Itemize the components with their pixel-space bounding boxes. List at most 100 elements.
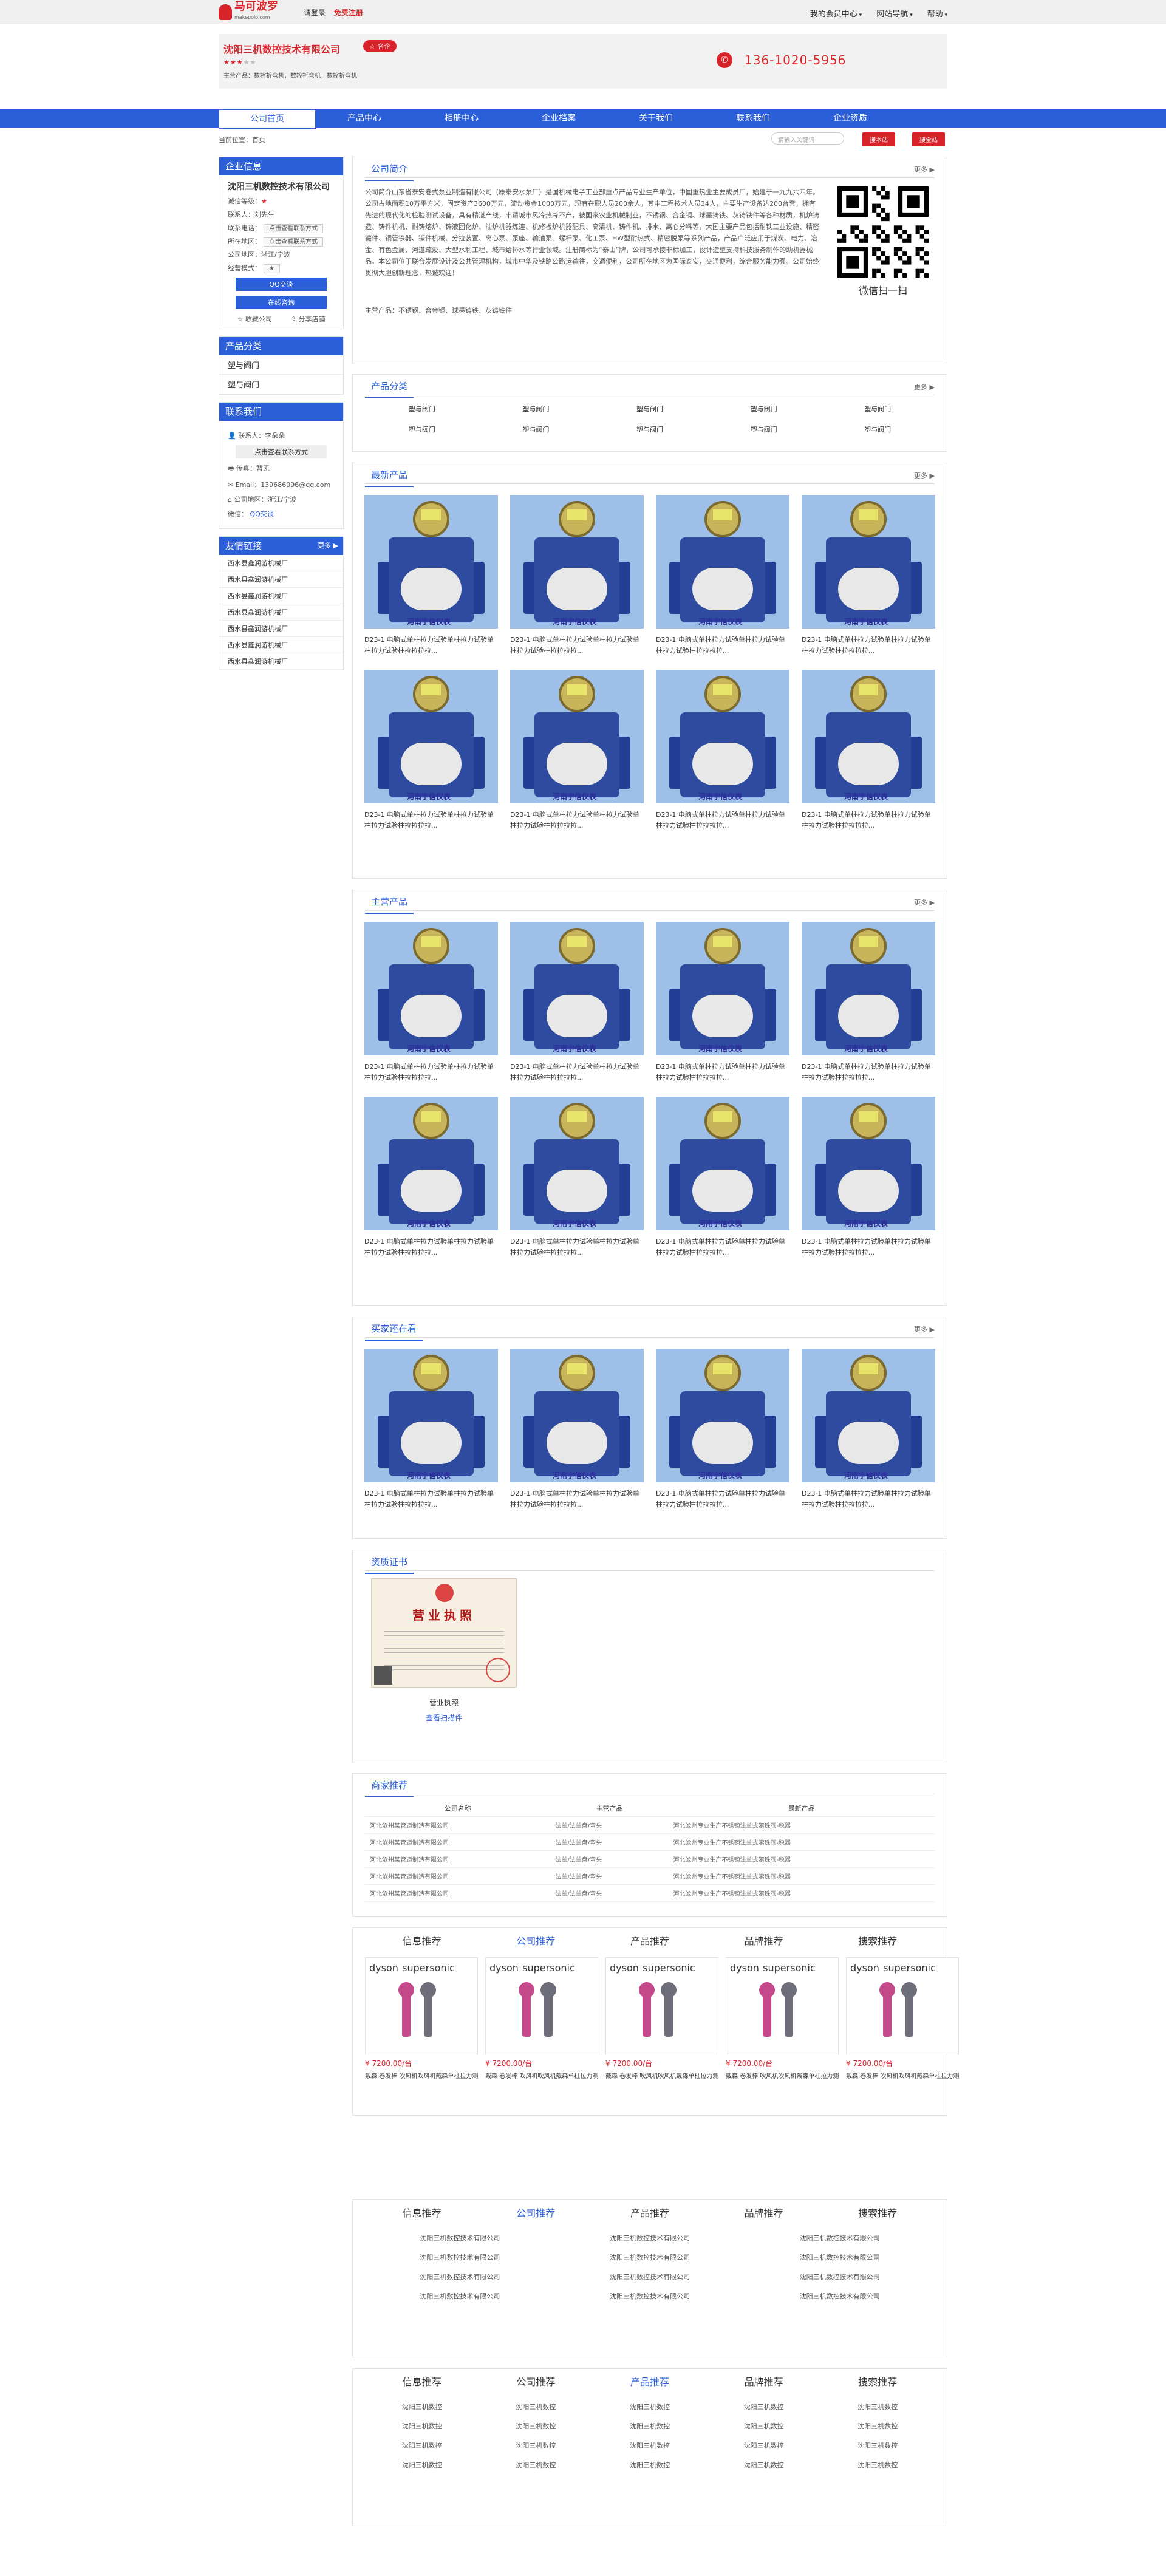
friend-link-item[interactable]: 西水县鑫润游机械厂 [219,653,343,670]
tab-3[interactable]: 品牌推荐 [745,1933,783,1947]
product-card[interactable]: 河南宇信仪表 D23-1 电脑式单柱拉力试验单柱拉力试验单柱拉力试验柱拉拉拉拉..… [802,922,935,1083]
short-link[interactable]: 沈阳三机数控 [820,2402,935,2411]
table-cell[interactable]: 河北沧州某管道制造有限公司 [365,1816,551,1834]
short-link[interactable]: 沈阳三机数控 [479,2441,593,2450]
nav-item-0[interactable]: 公司首页 [219,109,316,129]
tab-0[interactable]: 信息推荐 [403,1933,442,1947]
license-cert[interactable]: 营业执照 营业执照 查看扫描件 [365,1578,523,1723]
short-link[interactable]: 沈阳三机数控 [707,2402,821,2411]
ad-item[interactable]: dyson supersonic ¥ 7200.00/台 戴森 卷发棒 吹风机吹风机… [365,1957,478,2079]
company-link[interactable]: 沈阳三机数控技术有限公司 [365,2272,555,2281]
product-card[interactable]: 河南宇信仪表 D23-1 电脑式单柱拉力试验单柱拉力试验单柱拉力试验柱拉拉拉拉..… [510,495,644,656]
favorite-company-link[interactable]: ☆ 收藏公司 [237,314,271,324]
help-menu[interactable]: 帮助 [927,7,947,19]
view-contact-button[interactable]: 点击查看联系方式 [236,445,327,458]
tab-4[interactable]: 搜索推荐 [858,2374,897,2388]
category-item[interactable]: 塑与阀门 [593,424,707,434]
company-link[interactable]: 沈阳三机数控技术有限公司 [555,2252,745,2262]
short-link[interactable]: 沈阳三机数控 [707,2441,821,2450]
tab-0[interactable]: 信息推荐 [403,2374,442,2388]
member-center-menu[interactable]: 我的会员中心 [810,7,862,19]
product-card[interactable]: 河南宇信仪表 D23-1 电脑式单柱拉力试验单柱拉力试验单柱拉力试验柱拉拉拉拉..… [510,670,644,831]
product-card[interactable]: 河南宇信仪表 D23-1 电脑式单柱拉力试验单柱拉力试验单柱拉力试验柱拉拉拉拉..… [656,1349,789,1510]
intro-more[interactable]: 更多 ▶ [914,165,935,174]
company-link[interactable]: 沈阳三机数控技术有限公司 [365,2291,555,2301]
table-cell[interactable]: 法兰/法兰盘/弯头 [550,1850,669,1868]
short-link[interactable]: 沈阳三机数控 [593,2460,707,2470]
table-cell[interactable]: 法兰/法兰盘/弯头 [550,1867,669,1885]
nav-item-2[interactable]: 相册中心 [413,109,510,129]
company-link[interactable]: 沈阳三机数控技术有限公司 [745,2252,935,2262]
tab-3[interactable]: 品牌推荐 [745,2205,783,2220]
nav-item-5[interactable]: 联系我们 [704,109,802,129]
friend-link-item[interactable]: 西水县鑫润游机械厂 [219,588,343,604]
share-shop-link[interactable]: ⇪ 分享店铺 [291,314,326,324]
table-cell[interactable]: 河北沧州专业生产不锈钢法兰式滚珠阀-稳器 [668,1816,935,1834]
short-link[interactable]: 沈阳三机数控 [593,2402,707,2411]
tab-3[interactable]: 品牌推荐 [745,2374,783,2388]
product-card[interactable]: 河南宇信仪表 D23-1 电脑式单柱拉力试验单柱拉力试验单柱拉力试验柱拉拉拉拉..… [510,1349,644,1510]
table-cell[interactable]: 河北沧州专业生产不锈钢法兰式滚珠阀-稳器 [668,1867,935,1885]
table-cell[interactable]: 法兰/法兰盘/弯头 [550,1833,669,1851]
short-link[interactable]: 沈阳三机数控 [707,2460,821,2470]
company-link[interactable]: 沈阳三机数控技术有限公司 [365,2252,555,2262]
tab-1[interactable]: 公司推荐 [516,2374,555,2388]
site-logo[interactable]: 马可波罗 makepolo.com [219,1,278,22]
table-cell[interactable]: 河北沧州某管道制造有限公司 [365,1867,551,1885]
nav-item-3[interactable]: 企业档案 [510,109,607,129]
company-link[interactable]: 沈阳三机数控技术有限公司 [365,2233,555,2243]
company-link[interactable]: 沈阳三机数控技术有限公司 [555,2272,745,2281]
qq-talk-link[interactable]: QQ交谈 [250,510,274,518]
qq-chat-button[interactable]: QQ交谈 [236,278,327,291]
search-site-button[interactable]: 搜本站 [862,132,895,146]
category-item[interactable]: 塑与阀门 [365,424,479,434]
company-link[interactable]: 沈阳三机数控技术有限公司 [555,2291,745,2301]
ad-item[interactable]: dyson supersonic ¥ 7200.00/台 戴森 卷发棒 吹风机吹风机… [605,1957,718,2079]
view-scan-link[interactable]: 查看扫描件 [365,1712,523,1723]
category-more[interactable]: 更多 ▶ [914,382,935,392]
product-card[interactable]: 河南宇信仪表 D23-1 电脑式单柱拉力试验单柱拉力试验单柱拉力试验柱拉拉拉拉..… [656,1097,789,1258]
tab-2[interactable]: 产品推荐 [630,2205,669,2220]
ad-item[interactable]: dyson supersonic ¥ 7200.00/台 戴森 卷发棒 吹风机吹风机… [726,1957,839,2079]
short-link[interactable]: 沈阳三机数控 [479,2402,593,2411]
table-cell[interactable]: 河北沧州专业生产不锈钢法兰式滚珠阀-稳器 [668,1833,935,1851]
sidebar-product-item[interactable]: 塑与阀门 [219,355,343,375]
short-link[interactable]: 沈阳三机数控 [707,2421,821,2431]
product-card[interactable]: 河南宇信仪表 D23-1 电脑式单柱拉力试验单柱拉力试验单柱拉力试验柱拉拉拉拉..… [656,670,789,831]
table-cell[interactable]: 河北沧州专业生产不锈钢法兰式滚珠阀-稳器 [668,1850,935,1868]
product-card[interactable]: 河南宇信仪表 D23-1 电脑式单柱拉力试验单柱拉力试验单柱拉力试验柱拉拉拉拉..… [802,670,935,831]
tab-1[interactable]: 公司推荐 [516,1933,555,1947]
friend-links-more[interactable]: 更多 ▶ [318,537,338,555]
product-card[interactable]: 河南宇信仪表 D23-1 电脑式单柱拉力试验单柱拉力试验单柱拉力试验柱拉拉拉拉..… [656,495,789,656]
table-cell[interactable]: 法兰/法兰盘/弯头 [550,1816,669,1834]
product-card[interactable]: 河南宇信仪表 D23-1 电脑式单柱拉力试验单柱拉力试验单柱拉力试验柱拉拉拉拉..… [802,1349,935,1510]
nav-item-1[interactable]: 产品中心 [316,109,413,129]
company-link[interactable]: 沈阳三机数控技术有限公司 [745,2291,935,2301]
table-cell[interactable]: 河北沧州某管道制造有限公司 [365,1833,551,1851]
product-card[interactable]: 河南宇信仪表 D23-1 电脑式单柱拉力试验单柱拉力试验单柱拉力试验柱拉拉拉拉..… [802,495,935,656]
tab-2[interactable]: 产品推荐 [630,2374,669,2388]
short-link[interactable]: 沈阳三机数控 [365,2441,479,2450]
tab-4[interactable]: 搜索推荐 [858,1933,897,1947]
category-item[interactable]: 塑与阀门 [593,404,707,414]
site-nav-menu[interactable]: 网站导航 [876,7,912,19]
ad-item[interactable]: dyson supersonic ¥ 7200.00/台 戴森 卷发棒 吹风机吹风机… [485,1957,598,2079]
main-products-more[interactable]: 更多 ▶ [914,898,935,907]
product-card[interactable]: 河南宇信仪表 D23-1 电脑式单柱拉力试验单柱拉力试验单柱拉力试验柱拉拉拉拉..… [510,1097,644,1258]
tab-4[interactable]: 搜索推荐 [858,2205,897,2220]
info-value[interactable]: 点击查看联系方式 [264,224,323,233]
sidebar-product-item[interactable]: 塑与阀门 [219,375,343,394]
nav-item-4[interactable]: 关于我们 [607,109,704,129]
product-card[interactable]: 河南宇信仪表 D23-1 电脑式单柱拉力试验单柱拉力试验单柱拉力试验柱拉拉拉拉..… [364,670,498,831]
product-card[interactable]: 河南宇信仪表 D23-1 电脑式单柱拉力试验单柱拉力试验单柱拉力试验柱拉拉拉拉..… [364,922,498,1083]
ad-item[interactable]: dyson supersonic ¥ 7200.00/台 戴森 卷发棒 吹风机吹风机… [846,1957,959,2079]
product-card[interactable]: 河南宇信仪表 D23-1 电脑式单柱拉力试验单柱拉力试验单柱拉力试验柱拉拉拉拉..… [364,495,498,656]
company-link[interactable]: 沈阳三机数控技术有限公司 [745,2272,935,2281]
tab-1[interactable]: 公司推荐 [516,2205,555,2220]
table-cell[interactable]: 河北沧州某管道制造有限公司 [365,1850,551,1868]
short-link[interactable]: 沈阳三机数控 [365,2421,479,2431]
category-item[interactable]: 塑与阀门 [820,404,935,414]
tab-2[interactable]: 产品推荐 [630,1933,669,1947]
friend-link-item[interactable]: 西水县鑫润游机械厂 [219,555,343,571]
product-card[interactable]: 河南宇信仪表 D23-1 电脑式单柱拉力试验单柱拉力试验单柱拉力试验柱拉拉拉拉..… [656,922,789,1083]
